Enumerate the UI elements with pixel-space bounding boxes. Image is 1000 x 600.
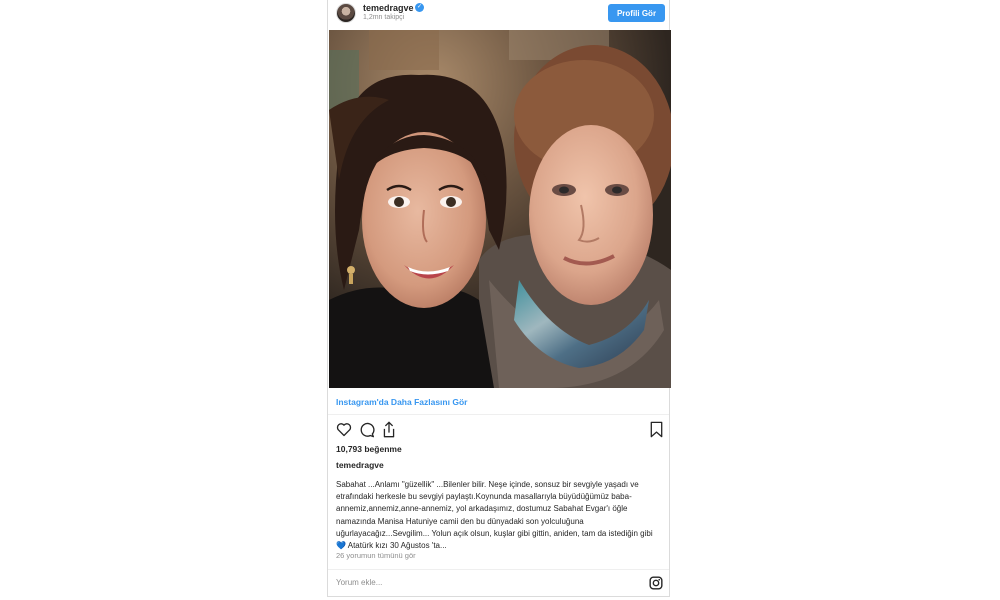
caption-text-end: Atatürk kızı 30 Ağustos 'ta... [345, 541, 447, 551]
instagram-embed-card: temedragve ✓ 1,2mn takipçi Profili Gör I… [327, 0, 671, 598]
caption-text: Sabahat ...Anlamı "güzellik" ...Bilenler… [336, 480, 653, 538]
verified-badge-icon: ✓ [415, 3, 424, 12]
view-more-on-instagram-link[interactable]: Instagram'da Daha Fazlasını Gör [336, 397, 467, 407]
bookmark-icon[interactable] [650, 421, 663, 438]
add-comment-input[interactable]: Yorum ekle... [336, 578, 382, 587]
comment-bar: Yorum ekle... [328, 569, 669, 598]
comment-icon[interactable] [359, 422, 375, 438]
avatar[interactable] [336, 3, 356, 23]
caption-author[interactable]: temedragve [336, 460, 384, 470]
view-profile-button[interactable]: Profili Gör [608, 4, 665, 22]
instagram-logo-icon[interactable] [649, 576, 663, 590]
follower-count: 1,2mn takipçi [363, 14, 405, 21]
like-count[interactable]: 10,793 beğenme [336, 444, 402, 454]
username[interactable]: temedragve [363, 3, 414, 13]
post-photo[interactable] [329, 30, 671, 388]
selfie-photo [329, 30, 671, 388]
post-header: temedragve ✓ 1,2mn takipçi Profili Gör [328, 0, 669, 28]
divider [328, 414, 669, 415]
post-caption: Sabahat ...Anlamı "güzellik" ...Bilenler… [336, 479, 664, 552]
blue-heart-emoji: 💙 [336, 541, 346, 551]
share-icon[interactable] [381, 421, 397, 438]
heart-icon[interactable] [336, 422, 352, 437]
view-all-comments-link[interactable]: 26 yorumun tümünü gör [336, 551, 416, 560]
action-bar [334, 420, 664, 440]
